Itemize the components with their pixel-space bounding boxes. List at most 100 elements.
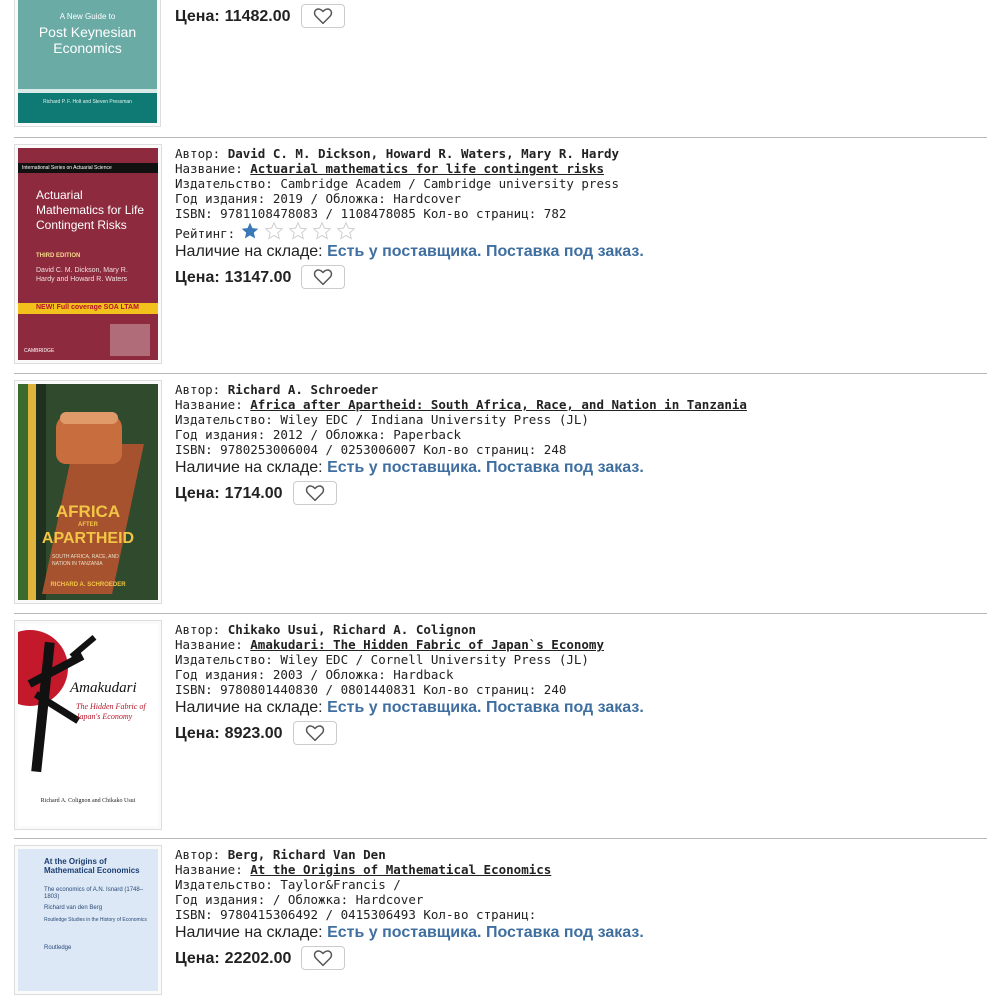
publisher-label: Издательство:: [175, 652, 273, 667]
star-icon[interactable]: [263, 221, 285, 241]
cover-authors: David C. M. Dickson, Mary R. Hardy and H…: [36, 267, 128, 283]
isbn-label: ISBN:: [175, 206, 213, 221]
stock-label: Наличие на складе:: [175, 699, 323, 716]
title-label: Название:: [175, 161, 243, 176]
price-value: 11482.00: [224, 7, 291, 25]
stock-status: Есть у поставщика. Поставка под заказ.: [327, 699, 644, 716]
cover-banner: NEW! Full coverage SOA LTAM: [36, 304, 139, 311]
publisher-label: Издательство:: [175, 412, 273, 427]
stock-status: Есть у поставщика. Поставка под заказ.: [327, 243, 644, 260]
price-value: 1714.00: [224, 484, 283, 502]
year-label: Год издания:: [175, 427, 266, 442]
title-label: Название:: [175, 637, 243, 652]
cover-title-after: AFTER: [78, 522, 98, 528]
cover-type-value: Hardcover: [355, 892, 424, 907]
heart-outline-icon: [314, 269, 333, 286]
book-cover[interactable]: A New Guide to Post Keynesian Economics …: [14, 0, 161, 127]
publisher-label: Издательство:: [175, 877, 273, 892]
favorite-button[interactable]: [300, 4, 345, 28]
heart-outline-icon: [305, 725, 324, 742]
stock-label: Наличие на складе:: [175, 924, 323, 941]
heart-outline-icon: [313, 8, 332, 25]
book-title-link[interactable]: Africa after Apartheid: South Africa, Ra…: [250, 397, 747, 412]
price-label: Цена:: [175, 949, 220, 967]
cover-subtitle: The economics of A.N. Isnard (1748–1803): [44, 887, 144, 900]
price-value: 8923.00: [224, 724, 283, 742]
cover-title: Actuarial Mathematics for Life Contingen…: [36, 188, 145, 232]
cover-publisher: Routledge: [44, 945, 72, 951]
cover-title-africa: AFRICA: [55, 502, 121, 521]
price-value: 22202.00: [224, 949, 292, 967]
cover-title: Amakudari: [70, 680, 137, 696]
heart-outline-icon: [305, 485, 324, 502]
book-title-link[interactable]: Actuarial mathematics for life contingen…: [250, 161, 604, 176]
year-value: 2019: [272, 191, 303, 206]
cover-type-label: Обложка:: [325, 427, 386, 442]
author-value: Chikako Usui, Richard A. Colignon: [227, 622, 477, 637]
publisher-value: Taylor&Francis /: [280, 877, 401, 892]
cover-series: Routledge Studies in the History of Econ…: [44, 917, 147, 923]
isbn-value: 9780253006004 / 0253006007: [220, 442, 416, 457]
favorite-button[interactable]: [301, 265, 346, 289]
rating-stars[interactable]: [239, 221, 359, 241]
publisher-value: Wiley EDC / Cornell University Press (JL…: [280, 652, 589, 667]
stock-label: Наличие на складе:: [175, 243, 323, 260]
separator: [14, 838, 987, 839]
separator: [14, 373, 987, 374]
cover-author: RICHARD A. SCHROEDER: [50, 582, 126, 588]
book-title-link[interactable]: Amakudari: The Hidden Fabric of Japan`s …: [250, 637, 604, 652]
title-label: Название:: [175, 862, 243, 877]
rating: Рейтинг:: [175, 221, 644, 241]
cover-title-apartheid: APARTHEID: [41, 530, 135, 547]
star-icon[interactable]: [287, 221, 309, 241]
cover-title: At the Origins of Mathematical Economics: [44, 857, 140, 875]
pages-value: 782: [543, 206, 567, 221]
book-cover[interactable]: Amakudari The Hidden Fabric of Japan's E…: [14, 620, 162, 830]
cover-subtitle: SOUTH AFRICA, RACE, AND NATION IN TANZAN…: [52, 554, 119, 567]
title-label: Название:: [175, 397, 243, 412]
pages-value: 248: [543, 442, 567, 457]
author-label: Автор:: [175, 622, 221, 637]
cover-authors: Richard A. Colignon and Chikako Usui: [40, 798, 136, 804]
publisher-value: Wiley EDC / Indiana University Press (JL…: [280, 412, 589, 427]
pages-label: Кол-во страниц:: [423, 682, 537, 697]
cover-title: Post Keynesian Economics: [38, 24, 137, 56]
author-label: Автор:: [175, 847, 221, 862]
price-label: Цена:: [175, 268, 220, 286]
cover-authors: Richard P. F. Holt and Steven Pressman: [43, 99, 132, 105]
star-icon[interactable]: [239, 221, 261, 241]
stock-label: Наличие на складе:: [175, 459, 323, 476]
author-value: Richard A. Schroeder: [227, 382, 379, 397]
favorite-button[interactable]: [292, 721, 337, 745]
separator: [14, 613, 987, 614]
year-value: 2012: [272, 427, 303, 442]
year-label: Год издания:: [175, 892, 266, 907]
price-label: Цена:: [175, 724, 220, 742]
pages-label: Кол-во страниц:: [423, 206, 537, 221]
favorite-button[interactable]: [301, 946, 346, 970]
pages-label: Кол-во страниц:: [423, 907, 537, 922]
book-title-link[interactable]: At the Origins of Mathematical Economics: [250, 862, 551, 877]
pages-value: 240: [543, 682, 567, 697]
star-icon[interactable]: [335, 221, 357, 241]
cover-subtitle: The Hidden Fabric of Japan's Economy: [76, 702, 146, 721]
favorite-button[interactable]: [292, 481, 337, 505]
cover-title-small: A New Guide to: [59, 12, 116, 21]
year-label: Год издания:: [175, 667, 266, 682]
book-cover[interactable]: International Series on Actuarial Scienc…: [14, 144, 162, 364]
isbn-label: ISBN:: [175, 907, 213, 922]
star-icon[interactable]: [311, 221, 333, 241]
author-label: Автор:: [175, 146, 221, 161]
book-cover[interactable]: AFRICA AFTER APARTHEID SOUTH AFRICA, RAC…: [14, 380, 162, 604]
cover-type-value: Hardback: [393, 667, 454, 682]
cover-type-label: Обложка:: [287, 892, 349, 907]
publisher-label: Издательство:: [175, 176, 273, 191]
isbn-label: ISBN:: [175, 442, 213, 457]
cover-type-label: Обложка:: [325, 667, 386, 682]
book-cover[interactable]: At the Origins of Mathematical Economics…: [14, 845, 162, 995]
separator: [14, 137, 987, 138]
stock-status: Есть у поставщика. Поставка под заказ.: [327, 924, 644, 941]
author-value: David C. M. Dickson, Howard R. Waters, M…: [227, 146, 620, 161]
cover-series: International Series on Actuarial Scienc…: [22, 165, 112, 171]
cover-type-label: Обложка:: [325, 191, 386, 206]
